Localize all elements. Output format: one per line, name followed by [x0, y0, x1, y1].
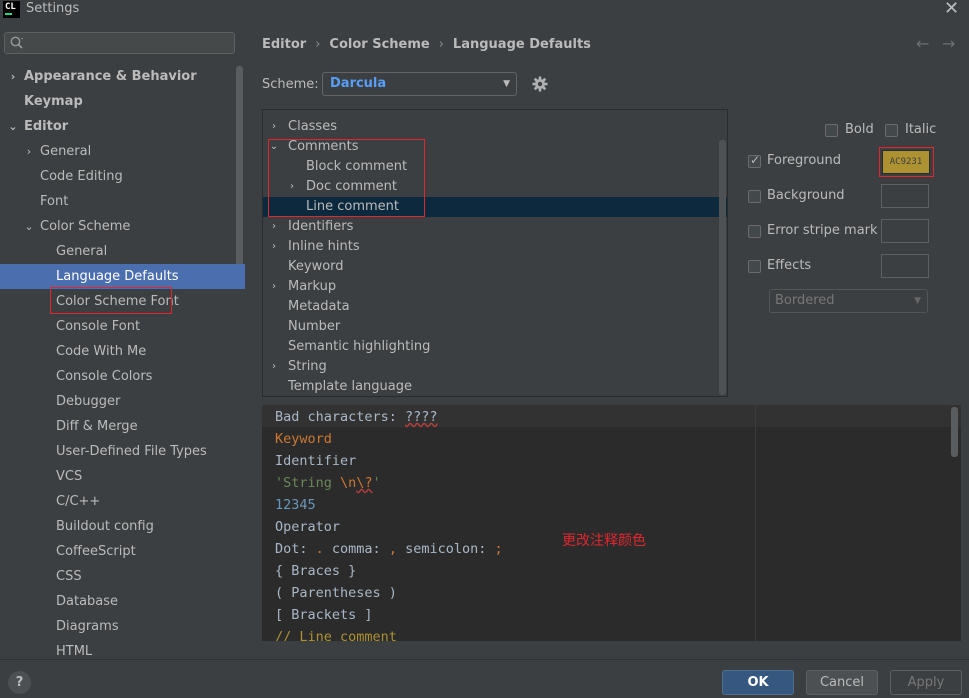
background-color-swatch[interactable] — [881, 184, 929, 208]
breadcrumb: Editor › Color Scheme › Language Defaults — [262, 37, 591, 53]
bold-checkbox[interactable] — [825, 124, 838, 137]
breadcrumb-item-editor[interactable]: Editor — [262, 37, 306, 52]
title-bar — [0, 0, 969, 22]
category-item-identifiers[interactable]: › Identifiers — [263, 217, 727, 237]
highlight-box-comments — [268, 139, 425, 217]
preview-line-keyword: Keyword — [275, 431, 332, 447]
preview-line-braces: { Braces } — [275, 563, 357, 579]
dropdown-arrow-icon: ▼ — [914, 296, 921, 306]
error-stripe-checkbox[interactable] — [748, 225, 761, 238]
preview-line-parentheses: ( Parentheses ) — [275, 585, 397, 601]
preview-line-bad-characters: Bad characters: ???? — [275, 409, 438, 425]
chevron-right-icon: › — [272, 241, 276, 252]
preview-line-number: 12345 — [275, 497, 316, 513]
category-item-markup[interactable]: › Markup — [263, 277, 727, 297]
back-arrow-icon[interactable]: ← — [916, 34, 929, 53]
chevron-right-icon: › — [272, 121, 276, 132]
chevron-right-icon: › — [272, 361, 276, 372]
italic-checkbox[interactable] — [885, 124, 898, 137]
effects-label: Effects — [767, 258, 812, 273]
close-button[interactable]: ✕ — [944, 0, 959, 19]
italic-label: Italic — [905, 122, 937, 137]
category-item-number[interactable]: Number — [263, 317, 727, 337]
forward-arrow-icon[interactable]: → — [942, 34, 955, 53]
category-item-string[interactable]: › String — [263, 357, 727, 377]
preview-line-identifier: Identifier — [275, 453, 357, 469]
chevron-down-icon: ⌄ — [24, 220, 34, 233]
chevron-down-icon: ⌄ — [8, 120, 18, 133]
category-item-inline-hints[interactable]: › Inline hints — [263, 237, 727, 257]
error-stripe-label: Error stripe mark — [767, 223, 878, 238]
search-icon — [9, 35, 25, 55]
preview-scrollbar[interactable] — [951, 407, 958, 457]
category-item-keyword[interactable]: Keyword — [263, 257, 727, 277]
right-margin-line — [755, 405, 756, 641]
breadcrumb-item-language-defaults: Language Defaults — [452, 37, 591, 52]
sidebar-scrollbar[interactable] — [236, 66, 243, 274]
scheme-select[interactable]: Darcula ▼ — [322, 72, 517, 96]
highlight-box-language-defaults — [50, 287, 172, 314]
scheme-select-value: Darcula — [330, 76, 387, 91]
annotation-text: 更改注释颜色 — [562, 533, 646, 549]
ok-button[interactable]: OK — [722, 670, 794, 695]
chevron-right-icon: › — [272, 281, 276, 292]
preview-line-brackets: [ Brackets ] — [275, 607, 373, 623]
help-button[interactable]: ? — [8, 671, 31, 694]
dropdown-arrow-icon: ▼ — [503, 79, 510, 89]
chevron-right-icon: › — [10, 70, 16, 83]
settings-sidebar: › Appearance & Behavior Keymap ⌄ Editor … — [0, 22, 245, 659]
error-stripe-color-swatch[interactable] — [881, 219, 929, 243]
window-title: Settings — [26, 1, 80, 16]
search-input[interactable] — [4, 32, 235, 54]
breadcrumb-item-color-scheme[interactable]: Color Scheme — [329, 37, 429, 52]
preview-line-punctuation: Dot: . comma: , semicolon: ; — [275, 541, 503, 557]
breadcrumb-separator: › — [315, 37, 321, 52]
category-item-metadata[interactable]: Metadata — [263, 297, 727, 317]
app-logo-icon: CL — [3, 1, 20, 18]
breadcrumb-separator: › — [438, 37, 444, 52]
preview-line-operator: Operator — [275, 519, 341, 535]
highlight-box-foreground — [879, 147, 934, 177]
category-item-classes[interactable]: › Classes — [263, 117, 727, 137]
apply-button[interactable]: Apply — [890, 670, 962, 695]
category-tree-scrollbar[interactable] — [719, 140, 726, 395]
category-item-semantic-highlighting[interactable]: Semantic highlighting — [263, 337, 727, 357]
preview-line-string: 'String \n\?' — [275, 475, 381, 491]
gear-icon[interactable] — [531, 75, 549, 97]
chevron-right-icon: › — [26, 145, 32, 158]
bold-label: Bold — [845, 122, 874, 137]
cancel-button[interactable]: Cancel — [806, 670, 878, 695]
sidebar-item-language-defaults[interactable]: Language Defaults — [0, 264, 245, 289]
background-label: Background — [767, 188, 845, 203]
scheme-label: Scheme: — [262, 77, 319, 92]
effects-color-swatch[interactable] — [881, 254, 929, 278]
preview-line-comment: // Line comment — [275, 629, 397, 641]
effects-type-select[interactable]: Bordered ▼ — [769, 289, 928, 313]
chevron-right-icon: › — [272, 221, 276, 232]
effects-type-value: Bordered — [775, 293, 835, 308]
foreground-checkbox[interactable] — [748, 153, 761, 168]
foreground-label: Foreground — [767, 153, 842, 168]
effects-checkbox[interactable] — [748, 260, 761, 273]
category-item-template-language[interactable]: Template language — [263, 377, 727, 396]
background-checkbox[interactable] — [748, 190, 761, 203]
code-preview[interactable]: Bad characters: ???? Keyword Identifier … — [262, 405, 961, 641]
